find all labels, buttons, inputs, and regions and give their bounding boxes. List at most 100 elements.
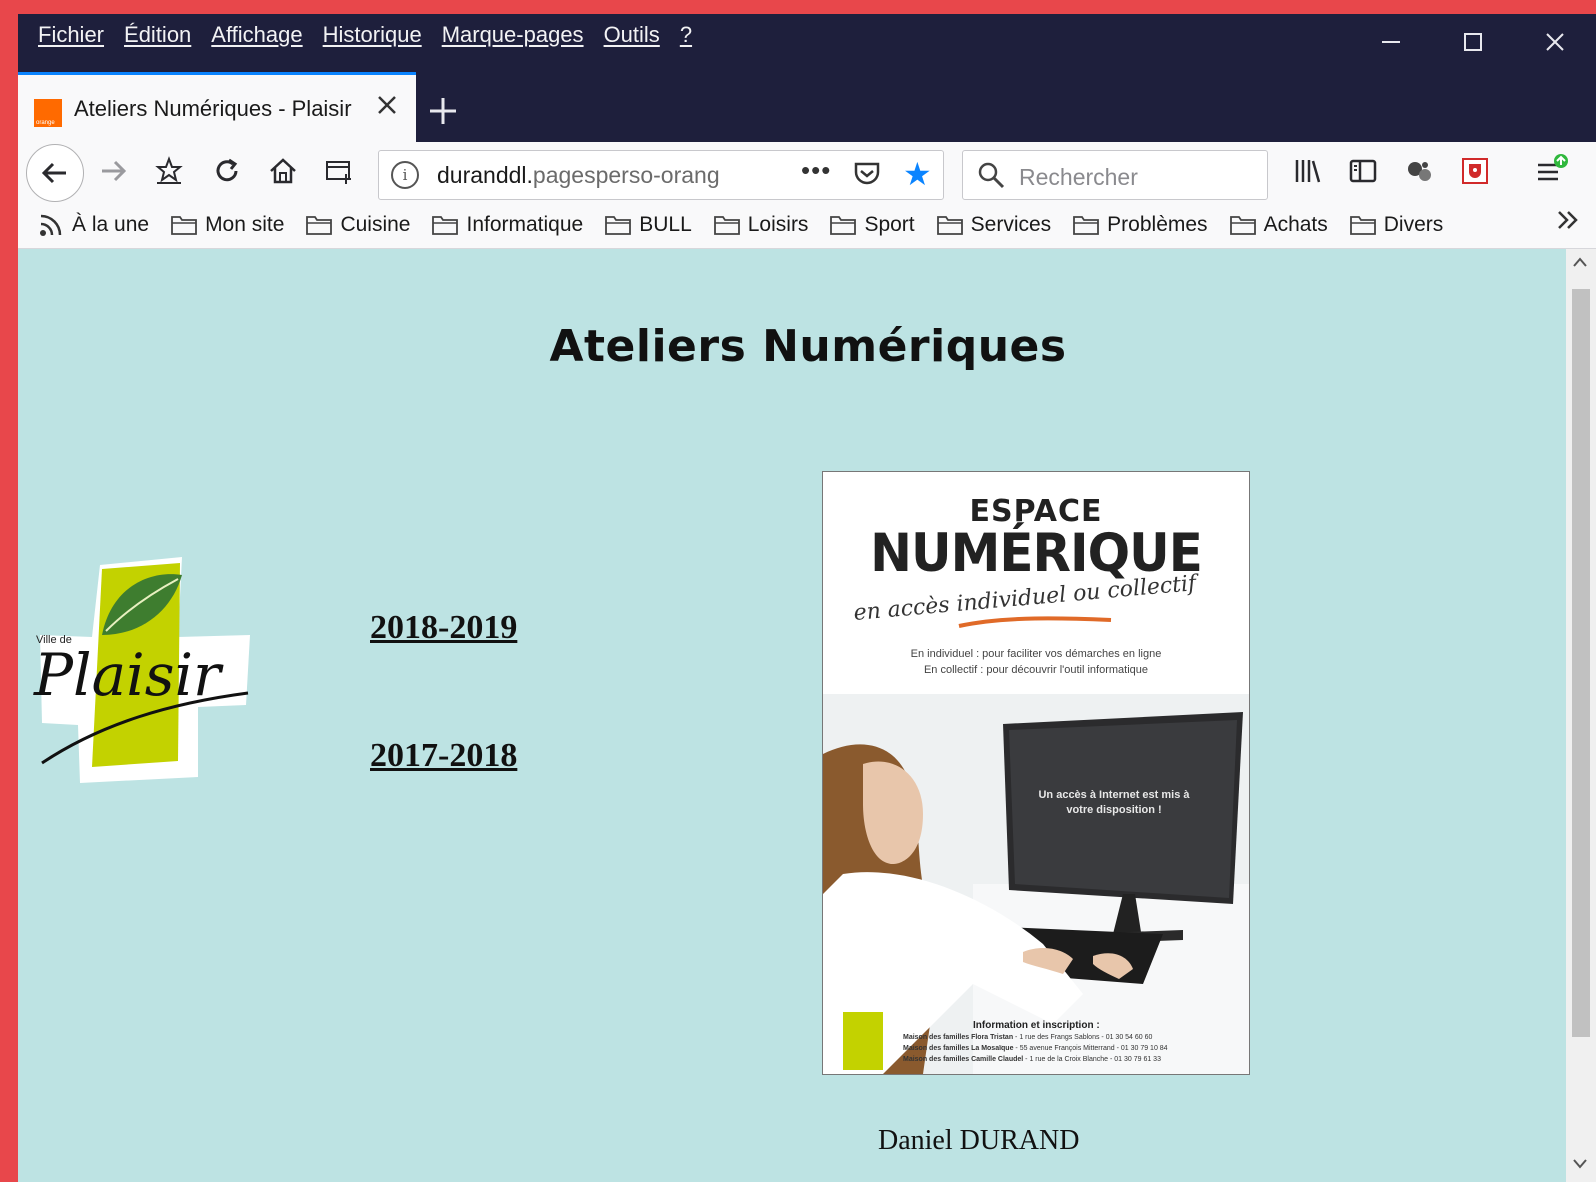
sidebar-icon bbox=[1349, 159, 1377, 183]
link-2017-2018[interactable]: 2017-2018 bbox=[370, 737, 517, 775]
bookmark-folder-divers[interactable]: Divers bbox=[1349, 210, 1454, 240]
maximize-button[interactable] bbox=[1432, 14, 1514, 70]
forward-button[interactable] bbox=[88, 146, 138, 196]
poster-desc-2: En collectif : pour découvrir l'outil in… bbox=[923, 664, 1149, 676]
page-actions-button[interactable]: ••• bbox=[801, 155, 831, 186]
folder-icon bbox=[936, 216, 963, 235]
maximize-icon bbox=[1464, 33, 1482, 51]
new-tab-button[interactable] bbox=[428, 80, 458, 136]
bookmark-label: Informatique bbox=[466, 213, 584, 236]
menu-fichier[interactable]: Fichier bbox=[28, 22, 114, 48]
scroll-up-button[interactable] bbox=[1571, 253, 1589, 274]
extension-button[interactable] bbox=[1394, 146, 1444, 196]
bookmark-folder-loisirs[interactable]: Loisirs bbox=[713, 210, 819, 240]
bookmark-label: À la une bbox=[72, 213, 150, 236]
bookmark-label: Loisirs bbox=[747, 213, 809, 236]
reload-button[interactable] bbox=[202, 146, 252, 196]
bookmark-label: Services bbox=[970, 213, 1052, 236]
bookmark-folder-informatique[interactable]: Informatique bbox=[432, 210, 593, 240]
poster-orange-underline bbox=[958, 616, 1112, 628]
back-button[interactable] bbox=[26, 144, 84, 202]
bookmark-label: Divers bbox=[1383, 213, 1444, 236]
search-bar[interactable]: Rechercher bbox=[962, 150, 1268, 200]
menu-affichage[interactable]: Affichage bbox=[201, 22, 312, 48]
bookmark-folder-problemes[interactable]: Problèmes bbox=[1073, 210, 1217, 240]
menu-edition[interactable]: Édition bbox=[114, 22, 201, 48]
navigation-toolbar: i duranddl.pagesperso-orang ••• ★ Recher… bbox=[18, 142, 1596, 202]
vertical-scrollbar[interactable] bbox=[1566, 249, 1596, 1182]
pocket-icon[interactable] bbox=[853, 161, 881, 187]
poster-info-name: Maison des familles La Mosaïque bbox=[903, 1045, 1014, 1052]
poster-info-detail: - 1 rue des Frangs Sablons - 01 30 54 60… bbox=[1013, 1034, 1153, 1041]
author-name: Daniel DURAND bbox=[878, 1125, 1080, 1156]
poster-info-line: Maison des familles Camille Claudel - 1 … bbox=[903, 1056, 1161, 1063]
bookmark-label: Sport bbox=[864, 213, 915, 236]
poster-photo bbox=[823, 694, 1249, 1074]
addon-button[interactable] bbox=[1450, 146, 1500, 196]
menu-outils[interactable]: Outils bbox=[594, 22, 670, 48]
rss-icon bbox=[40, 214, 62, 236]
favicon-label: orange bbox=[36, 120, 55, 126]
plus-icon bbox=[430, 98, 456, 124]
arrow-right-icon bbox=[102, 160, 127, 182]
poster-info-line: Maison des familles La Mosaïque - 55 ave… bbox=[903, 1045, 1168, 1052]
tab-close-button[interactable] bbox=[376, 91, 398, 123]
menu-help[interactable]: ? bbox=[670, 22, 702, 48]
shield-icon bbox=[1462, 158, 1488, 184]
menu-marque-pages[interactable]: Marque-pages bbox=[432, 22, 594, 48]
close-icon bbox=[378, 96, 396, 114]
home-button[interactable] bbox=[258, 146, 308, 196]
url-bar[interactable]: i duranddl.pagesperso-orang ••• ★ bbox=[378, 150, 944, 200]
bookmark-label: Achats bbox=[1263, 213, 1328, 236]
poster-info-name: Maison des familles Camille Claudel bbox=[903, 1056, 1024, 1063]
folder-icon bbox=[306, 216, 333, 235]
link-2018-2019[interactable]: 2018-2019 bbox=[370, 609, 517, 647]
folder-icon bbox=[830, 216, 857, 235]
bookmark-folder-services[interactable]: Services bbox=[936, 210, 1062, 240]
espace-numerique-poster: ESPACE NUMÉRIQUE en accès individuel ou … bbox=[822, 471, 1250, 1075]
scroll-down-button[interactable] bbox=[1571, 1155, 1589, 1176]
bookmark-label: Problèmes bbox=[1107, 213, 1208, 236]
reload-icon bbox=[216, 158, 238, 182]
folder-icon bbox=[713, 216, 740, 235]
info-icon[interactable]: i bbox=[391, 161, 419, 189]
orange-favicon-icon: orange bbox=[34, 99, 62, 127]
url-text[interactable]: duranddl.pagesperso-orang bbox=[437, 162, 737, 189]
window-controls bbox=[1350, 14, 1596, 70]
bookmarks-toolbar: À la une Mon site Cuisine Informatique B… bbox=[18, 202, 1596, 249]
bookmark-star-icon[interactable]: ★ bbox=[903, 155, 932, 193]
url-rest: pagesperso-orang bbox=[532, 162, 720, 188]
main-menu-button[interactable] bbox=[1526, 146, 1576, 196]
menu-historique[interactable]: Historique bbox=[313, 22, 432, 48]
bookmark-folder-sport[interactable]: Sport bbox=[830, 210, 924, 240]
bookmark-label: BULL bbox=[639, 213, 692, 236]
sidebar-button[interactable] bbox=[1338, 146, 1388, 196]
poster-info-detail: - 55 avenue François Mitterrand - 01 30 … bbox=[1013, 1045, 1168, 1052]
poster-info-line: Maison des familles Flora Tristan - 1 ru… bbox=[903, 1034, 1152, 1041]
search-icon bbox=[978, 162, 1005, 189]
bookmark-a-la-une[interactable]: À la une bbox=[38, 210, 159, 240]
library-icon bbox=[1295, 160, 1321, 183]
page-content: Ateliers Numériques Ville de Plaisir 201… bbox=[18, 249, 1566, 1182]
chevron-up-icon bbox=[1573, 257, 1587, 267]
bookmark-label: Cuisine bbox=[340, 213, 411, 236]
library-button[interactable] bbox=[1282, 146, 1332, 196]
poster-info-detail: - 1 rue de la Croix Blanche - 01 30 79 6… bbox=[1023, 1056, 1161, 1063]
close-window-button[interactable] bbox=[1514, 14, 1596, 70]
bookmark-manage-button[interactable] bbox=[144, 146, 194, 196]
minimize-button[interactable] bbox=[1350, 14, 1432, 70]
bookmark-folder-cuisine[interactable]: Cuisine bbox=[306, 210, 420, 240]
tab-ateliers[interactable]: orange Ateliers Numériques - Plaisir bbox=[18, 72, 416, 142]
scroll-thumb[interactable] bbox=[1572, 289, 1590, 1037]
bookmarks-list: À la une Mon site Cuisine Informatique B… bbox=[38, 210, 1465, 240]
browser-window: Fichier Édition Affichage Historique Mar… bbox=[18, 14, 1596, 1182]
bookmark-label: Mon site bbox=[205, 213, 285, 236]
screenshot-button[interactable] bbox=[314, 146, 364, 196]
bookmarks-overflow-button[interactable] bbox=[1554, 206, 1582, 242]
hamburger-menu-icon bbox=[1538, 154, 1568, 181]
bookmark-folder-mon-site[interactable]: Mon site bbox=[171, 210, 294, 240]
menu-bar: Fichier Édition Affichage Historique Mar… bbox=[18, 14, 1596, 72]
folder-icon bbox=[605, 216, 632, 235]
bookmark-folder-bull[interactable]: BULL bbox=[605, 210, 702, 240]
bookmark-folder-achats[interactable]: Achats bbox=[1229, 210, 1338, 240]
